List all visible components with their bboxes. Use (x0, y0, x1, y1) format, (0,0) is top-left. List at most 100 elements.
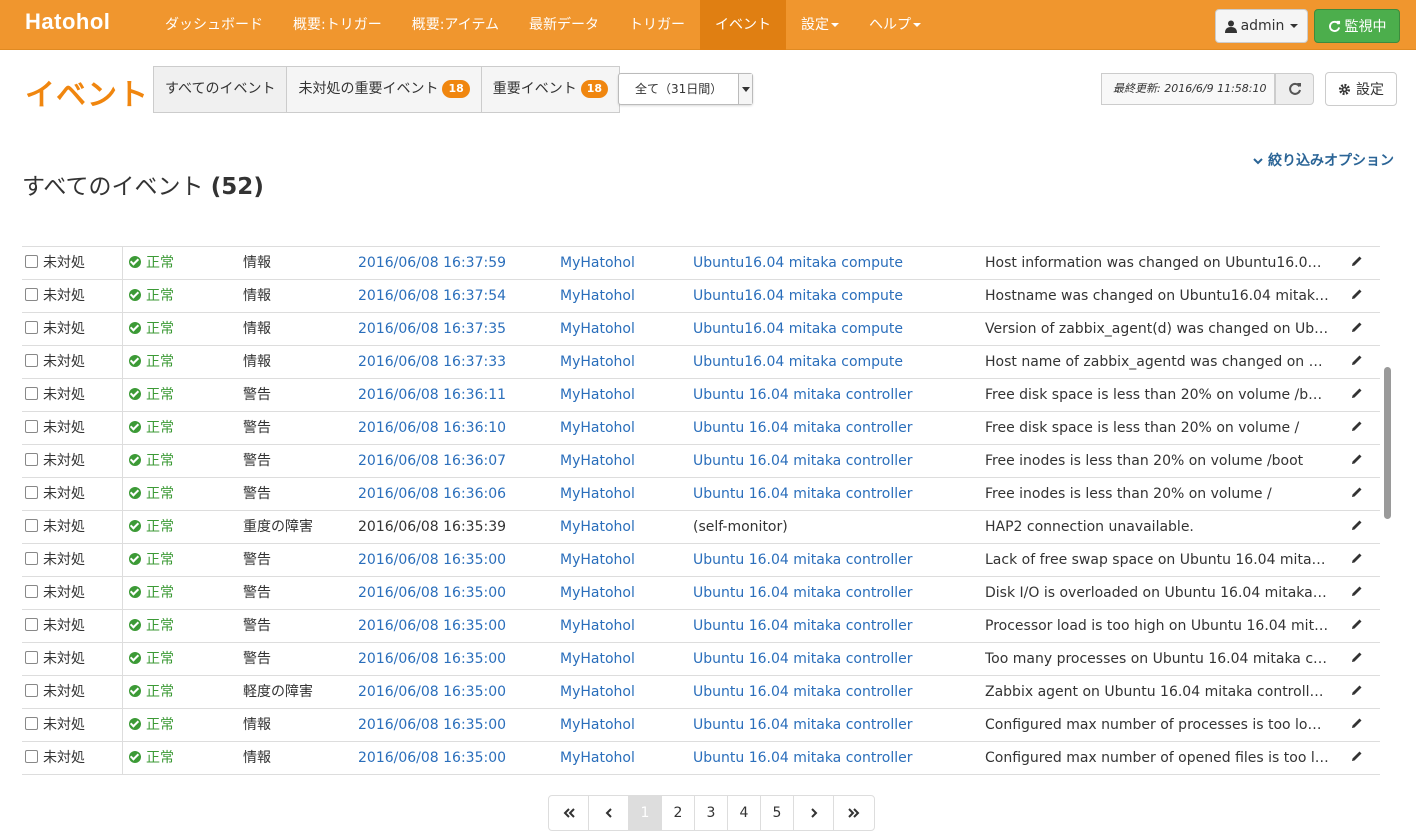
edit-button[interactable] (1347, 247, 1367, 279)
host-link[interactable]: Ubuntu 16.04 mitaka controller (693, 742, 978, 774)
row-checkbox[interactable] (25, 354, 38, 367)
table-row[interactable]: 未対処 正常 警告 2016/06/08 16:35:00 MyHatohol Ubunt… (22, 609, 1380, 642)
nav-item-6[interactable]: 設定 (786, 0, 854, 50)
edit-button[interactable] (1347, 742, 1367, 774)
nav-item-1[interactable]: 概要:トリガー (278, 0, 397, 50)
nav-item-4[interactable]: トリガー (614, 0, 700, 50)
nav-item-5[interactable]: イベント (700, 0, 787, 50)
table-row[interactable]: 未対処 正常 情報 2016/06/08 16:35:00 MyHatohol Ubunt… (22, 741, 1380, 774)
event-time-link[interactable]: 2016/06/08 16:35:00 (358, 643, 548, 675)
table-row[interactable]: 未対処 正常 重度の障害 2016/06/08 16:35:39 MyHatohol (s… (22, 510, 1380, 543)
table-row[interactable]: 未対処 正常 軽度の障害 2016/06/08 16:35:00 MyHatohol Ub… (22, 675, 1380, 708)
nav-item-2[interactable]: 概要:アイテム (397, 0, 514, 50)
row-checkbox[interactable] (25, 321, 38, 334)
server-link[interactable]: MyHatohol (560, 313, 685, 345)
server-link[interactable]: MyHatohol (560, 709, 685, 741)
edit-button[interactable] (1347, 544, 1367, 576)
row-checkbox[interactable] (25, 288, 38, 301)
filter-options-toggle[interactable]: 絞り込みオプション (1253, 150, 1394, 170)
table-row[interactable]: 未対処 正常 情報 2016/06/08 16:37:54 MyHatohol Ubunt… (22, 279, 1380, 312)
server-link[interactable]: MyHatohol (560, 280, 685, 312)
table-row[interactable]: 未対処 正常 情報 2016/06/08 16:35:00 MyHatohol Ubunt… (22, 708, 1380, 741)
event-time-link[interactable]: 2016/06/08 16:35:00 (358, 610, 548, 642)
brand-logo[interactable]: Hatohol (25, 9, 110, 35)
server-link[interactable]: MyHatohol (560, 742, 685, 774)
server-link[interactable]: MyHatohol (560, 511, 685, 543)
server-link[interactable]: MyHatohol (560, 247, 685, 279)
event-time-link[interactable]: 2016/06/08 16:35:00 (358, 544, 548, 576)
event-time-link[interactable]: 2016/06/08 16:35:00 (358, 742, 548, 774)
tab-1[interactable]: 未対処の重要イベント 18 (287, 67, 482, 112)
next-page-button[interactable] (794, 796, 834, 830)
event-time-link[interactable]: 2016/06/08 16:36:11 (358, 379, 548, 411)
edit-button[interactable] (1347, 577, 1367, 609)
table-row[interactable]: 未対処 正常 警告 2016/06/08 16:35:00 MyHatohol Ubunt… (22, 543, 1380, 576)
row-checkbox[interactable] (25, 387, 38, 400)
host-link[interactable]: Ubuntu 16.04 mitaka controller (693, 709, 978, 741)
tab-0[interactable]: すべてのイベント (154, 67, 288, 112)
period-select[interactable]: 全て（31日間） (618, 73, 753, 105)
row-checkbox[interactable] (25, 486, 38, 499)
row-checkbox[interactable] (25, 717, 38, 730)
server-link[interactable]: MyHatohol (560, 610, 685, 642)
table-row[interactable]: 未対処 正常 警告 2016/06/08 16:36:11 MyHatohol Ubunt… (22, 378, 1380, 411)
host-link[interactable]: Ubuntu16.04 mitaka compute (693, 313, 978, 345)
server-link[interactable]: MyHatohol (560, 478, 685, 510)
page-1[interactable]: 1 (629, 796, 662, 830)
edit-button[interactable] (1347, 280, 1367, 312)
tab-2[interactable]: 重要イベント 18 (482, 67, 619, 112)
last-page-button[interactable] (834, 796, 874, 830)
server-link[interactable]: MyHatohol (560, 445, 685, 477)
table-row[interactable]: 未対処 正常 警告 2016/06/08 16:36:10 MyHatohol Ubunt… (22, 411, 1380, 444)
event-time-link[interactable]: 2016/06/08 16:36:10 (358, 412, 548, 444)
event-time-link[interactable]: 2016/06/08 16:37:35 (358, 313, 548, 345)
event-time-link[interactable]: 2016/06/08 16:35:00 (358, 577, 548, 609)
server-link[interactable]: MyHatohol (560, 643, 685, 675)
table-row[interactable]: 未対処 正常 警告 2016/06/08 16:35:00 MyHatohol Ubunt… (22, 642, 1380, 675)
first-page-button[interactable] (549, 796, 589, 830)
server-link[interactable]: MyHatohol (560, 544, 685, 576)
edit-button[interactable] (1347, 643, 1367, 675)
page-2[interactable]: 2 (662, 796, 695, 830)
settings-button[interactable]: 設定 (1325, 72, 1397, 106)
row-checkbox[interactable] (25, 684, 38, 697)
page-4[interactable]: 4 (728, 796, 761, 830)
row-checkbox[interactable] (25, 750, 38, 763)
prev-page-button[interactable] (589, 796, 629, 830)
host-link[interactable]: Ubuntu 16.04 mitaka controller (693, 610, 978, 642)
row-checkbox[interactable] (25, 519, 38, 532)
event-time-link[interactable]: 2016/06/08 16:37:59 (358, 247, 548, 279)
table-row[interactable]: 未対処 正常 情報 2016/06/08 16:37:35 MyHatohol Ubunt… (22, 312, 1380, 345)
server-link[interactable]: MyHatohol (560, 676, 685, 708)
host-link[interactable]: Ubuntu 16.04 mitaka controller (693, 379, 978, 411)
host-link[interactable]: Ubuntu16.04 mitaka compute (693, 346, 978, 378)
row-checkbox[interactable] (25, 420, 38, 433)
host-link[interactable]: Ubuntu 16.04 mitaka controller (693, 478, 978, 510)
event-time-link[interactable]: 2016/06/08 16:35:00 (358, 709, 548, 741)
event-time-link[interactable]: 2016/06/08 16:37:33 (358, 346, 548, 378)
table-row[interactable]: 未対処 正常 警告 2016/06/08 16:35:00 MyHatohol Ubunt… (22, 576, 1380, 609)
table-row[interactable]: 未対処 正常 情報 2016/06/08 16:37:59 MyHatohol Ubunt… (22, 246, 1380, 279)
host-link[interactable]: Ubuntu 16.04 mitaka controller (693, 445, 978, 477)
nav-item-7[interactable]: ヘルプ (854, 0, 936, 50)
refresh-button[interactable] (1275, 73, 1314, 105)
table-scrollbar[interactable] (1381, 230, 1393, 775)
server-link[interactable]: MyHatohol (560, 346, 685, 378)
event-time-link[interactable]: 2016/06/08 16:36:06 (358, 478, 548, 510)
table-row[interactable]: 未対処 正常 情報 2016/06/08 16:37:33 MyHatohol Ubunt… (22, 345, 1380, 378)
row-checkbox[interactable] (25, 552, 38, 565)
row-checkbox[interactable] (25, 255, 38, 268)
host-link[interactable]: Ubuntu 16.04 mitaka controller (693, 643, 978, 675)
nav-item-3[interactable]: 最新データ (514, 0, 614, 50)
edit-button[interactable] (1347, 478, 1367, 510)
event-time-link[interactable]: 2016/06/08 16:37:54 (358, 280, 548, 312)
edit-button[interactable] (1347, 445, 1367, 477)
edit-button[interactable] (1347, 676, 1367, 708)
edit-button[interactable] (1347, 610, 1367, 642)
server-link[interactable]: MyHatohol (560, 379, 685, 411)
nav-item-0[interactable]: ダッシュボード (150, 0, 278, 50)
server-link[interactable]: MyHatohol (560, 412, 685, 444)
user-menu-button[interactable]: admin (1215, 9, 1308, 43)
server-link[interactable]: MyHatohol (560, 577, 685, 609)
row-checkbox[interactable] (25, 453, 38, 466)
